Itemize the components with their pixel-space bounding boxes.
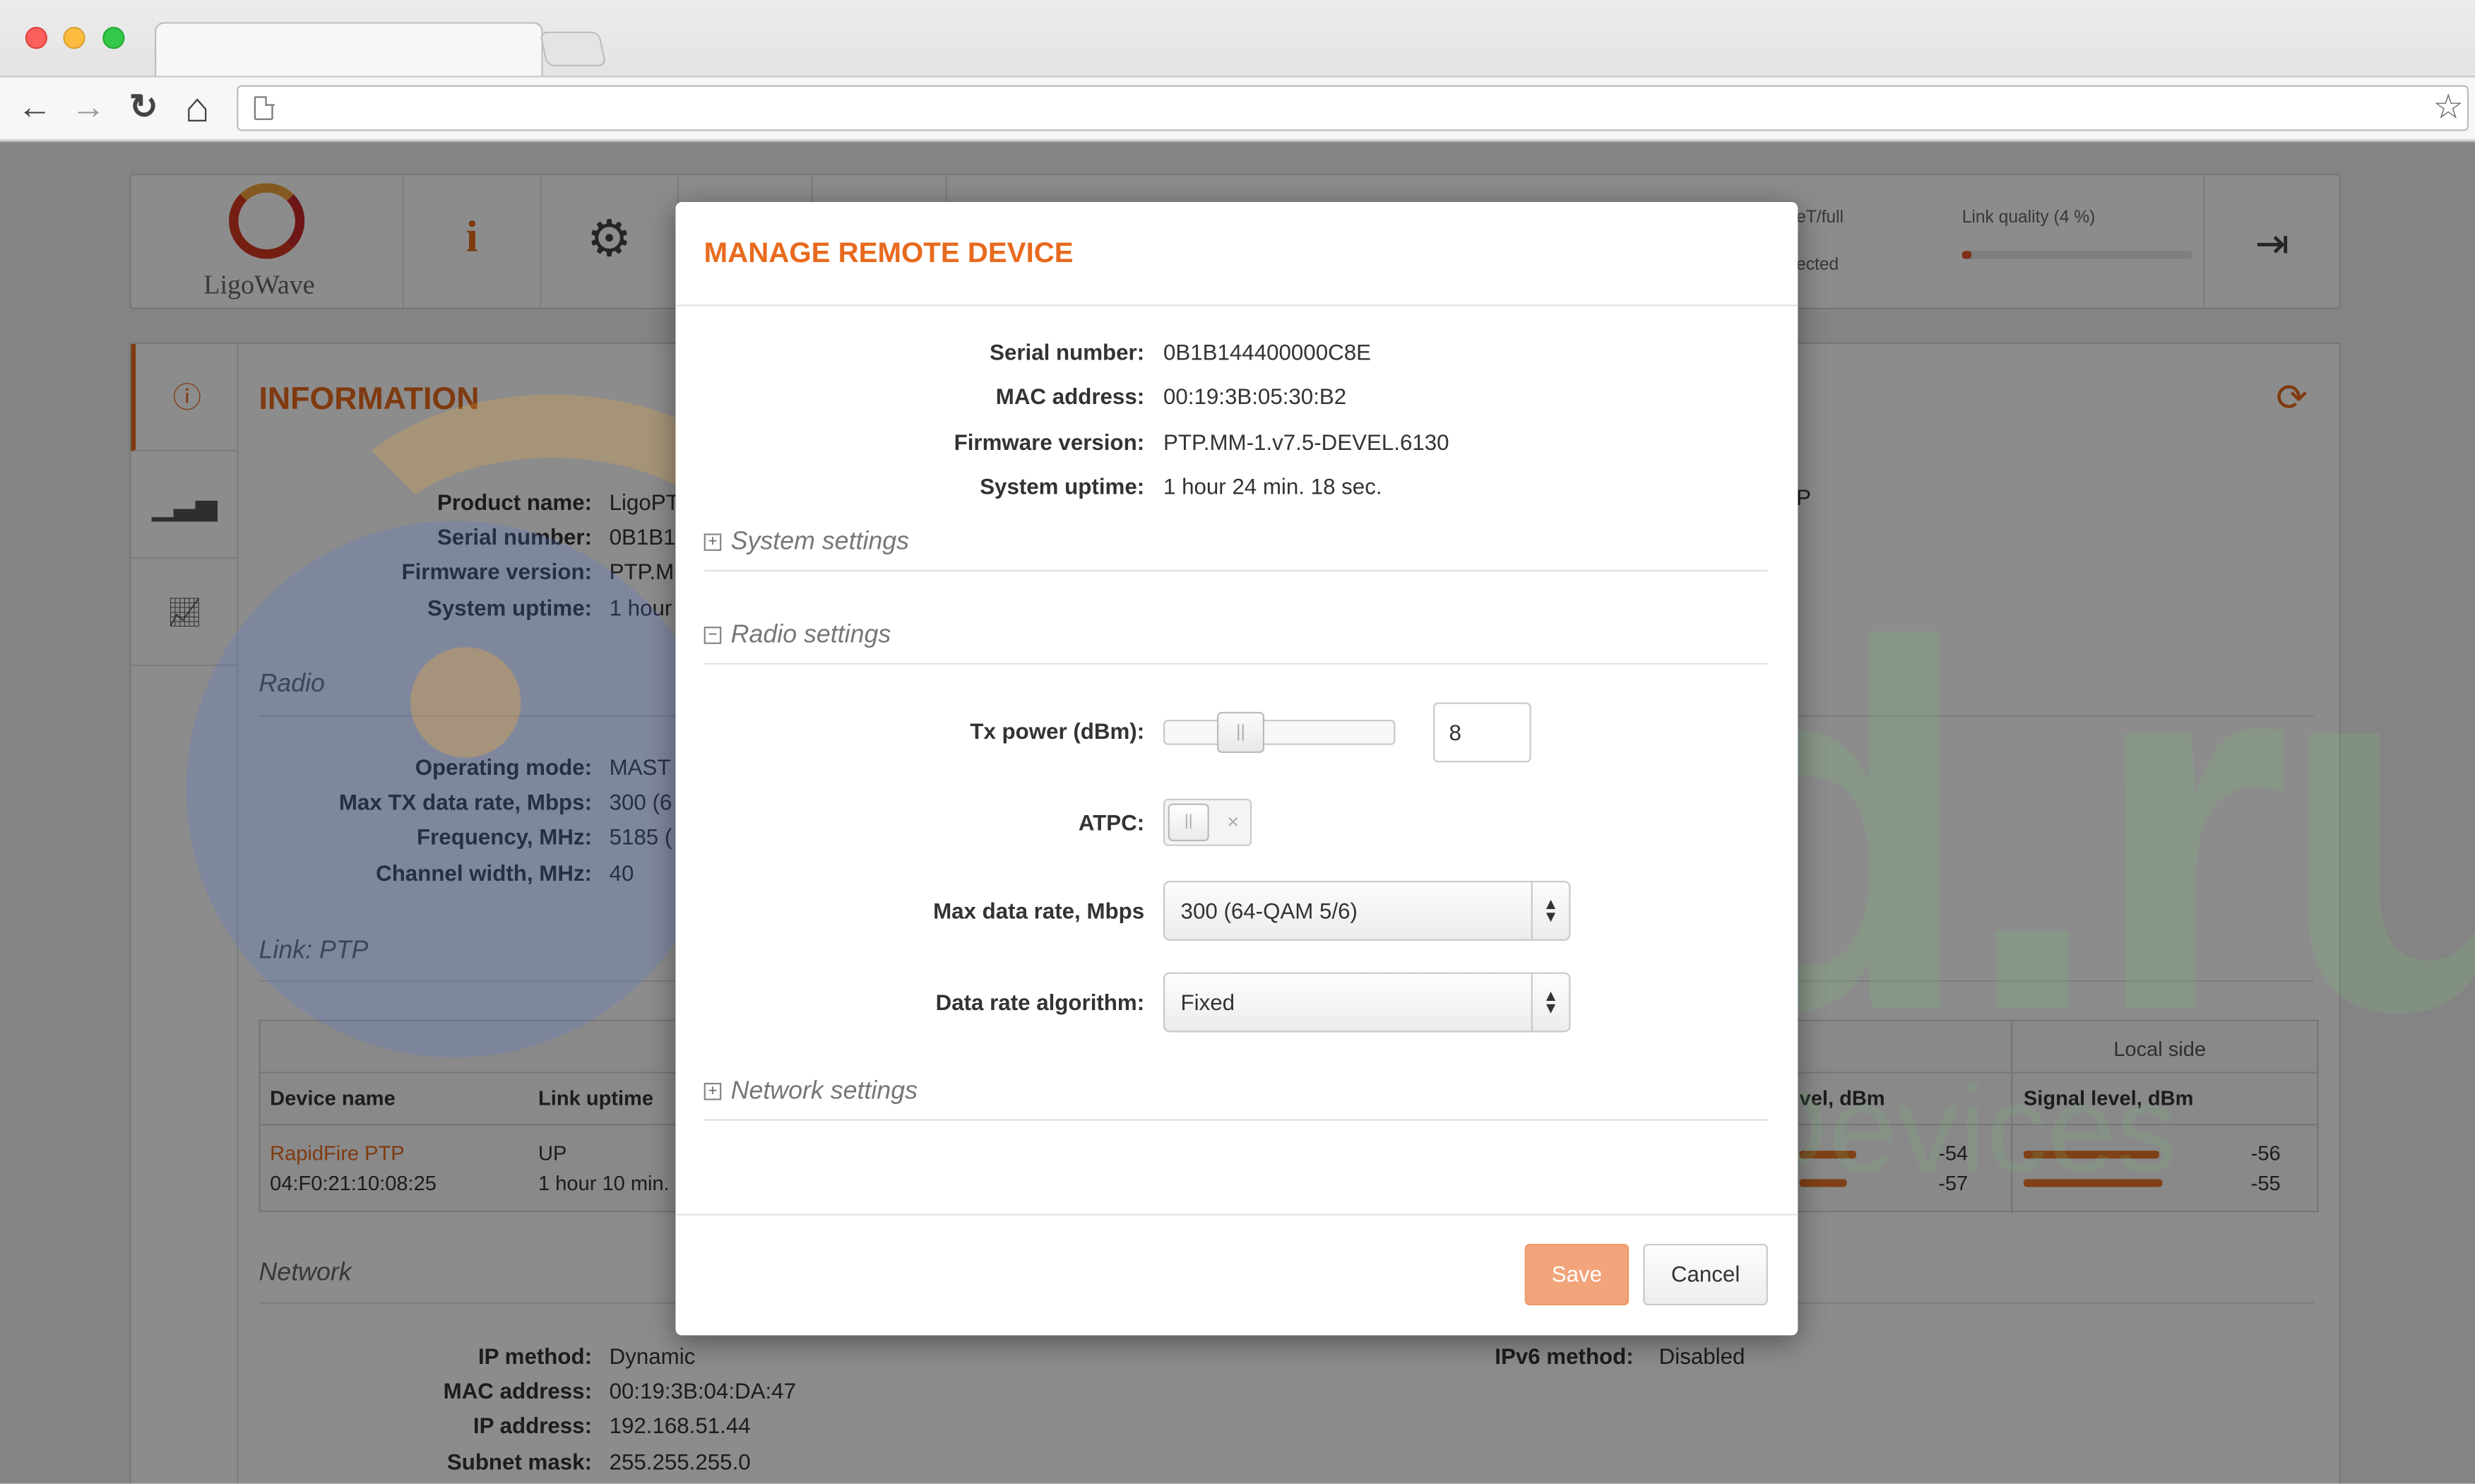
screenshot: ← → ↻ ⌂ ☆ LigoWave i ⚙ eT/full ected Lin… — [0, 0, 2475, 1484]
network-settings-toggle[interactable]: + Network settings — [704, 1078, 918, 1106]
bookmark-star-icon[interactable]: ☆ — [2433, 87, 2464, 128]
info-value: PTP.MM-1.v7.5-DEVEL.6130 — [1163, 429, 1449, 455]
save-button[interactable]: Save — [1524, 1243, 1630, 1306]
off-icon: × — [1227, 809, 1240, 833]
atpc-label: ATPC: — [1078, 809, 1145, 836]
select-arrows-icon: ▲ ▼ — [1531, 973, 1569, 1031]
system-settings-toggle[interactable]: + System settings — [704, 529, 909, 557]
radio-settings-label: Radio settings — [730, 622, 891, 649]
minimize-window-button[interactable] — [63, 26, 85, 49]
cancel-button[interactable]: Cancel — [1643, 1243, 1768, 1306]
new-tab-button[interactable] — [539, 31, 607, 66]
close-window-button[interactable] — [25, 26, 48, 49]
collapse-icon: − — [704, 627, 722, 644]
info-value: 00:19:3B:05:30:B2 — [1163, 384, 1347, 409]
page-icon — [254, 95, 274, 120]
atpc-toggle[interactable]: || × — [1163, 798, 1252, 846]
maximize-window-button[interactable] — [102, 26, 125, 49]
reload-icon[interactable]: ↻ — [121, 85, 166, 130]
dialog-footer-divider — [675, 1213, 1798, 1216]
manage-remote-device-dialog: MANAGE REMOTE DEVICE Serial number: 0B1B… — [675, 202, 1798, 1336]
max-rate-select[interactable]: 300 (64-QAM 5/6) ▲ ▼ — [1163, 880, 1571, 941]
info-value: 0B1B144400000C8E — [1163, 339, 1371, 365]
info-label: MAC address: — [995, 384, 1145, 409]
algorithm-select[interactable]: Fixed ▲ ▼ — [1163, 972, 1571, 1033]
address-bar[interactable]: ☆ — [237, 85, 2469, 131]
slider-handle[interactable]: || — [1216, 711, 1264, 753]
divider — [704, 663, 1768, 665]
browser-tab[interactable] — [155, 22, 543, 79]
info-value: 1 hour 24 min. 18 sec. — [1163, 473, 1382, 499]
algorithm-value: Fixed — [1180, 990, 1235, 1015]
divider — [704, 569, 1768, 571]
info-label: Firmware version: — [954, 429, 1145, 455]
browser-toolbar: ← → ↻ ⌂ ☆ — [0, 76, 2475, 139]
tx-power-input[interactable]: 8 — [1433, 702, 1531, 763]
divider — [704, 1119, 1768, 1121]
radio-settings-toggle[interactable]: − Radio settings — [704, 622, 891, 650]
tx-power-slider[interactable]: || — [1163, 711, 1396, 753]
back-icon[interactable]: ← — [13, 85, 57, 130]
system-settings-label: System settings — [730, 528, 910, 556]
max-rate-label: Max data rate, Mbps — [933, 898, 1145, 924]
info-label: System uptime: — [980, 473, 1145, 499]
max-rate-value: 300 (64-QAM 5/6) — [1180, 898, 1358, 924]
info-label: Serial number: — [990, 339, 1145, 365]
dialog-header-divider — [675, 304, 1798, 307]
expand-icon: + — [704, 1083, 722, 1100]
expand-icon: + — [704, 533, 722, 551]
home-icon[interactable]: ⌂ — [175, 85, 220, 130]
browser-chrome: ← → ↻ ⌂ ☆ — [0, 0, 2475, 143]
algorithm-label: Data rate algorithm: — [935, 990, 1145, 1015]
tx-power-label: Tx power (dBm): — [970, 718, 1145, 744]
toggle-knob: || — [1168, 803, 1209, 842]
dialog-title: MANAGE REMOTE DEVICE — [704, 237, 1074, 268]
select-arrows-icon: ▲ ▼ — [1531, 882, 1569, 939]
forward-icon[interactable]: → — [66, 85, 111, 130]
network-settings-label: Network settings — [730, 1078, 918, 1105]
